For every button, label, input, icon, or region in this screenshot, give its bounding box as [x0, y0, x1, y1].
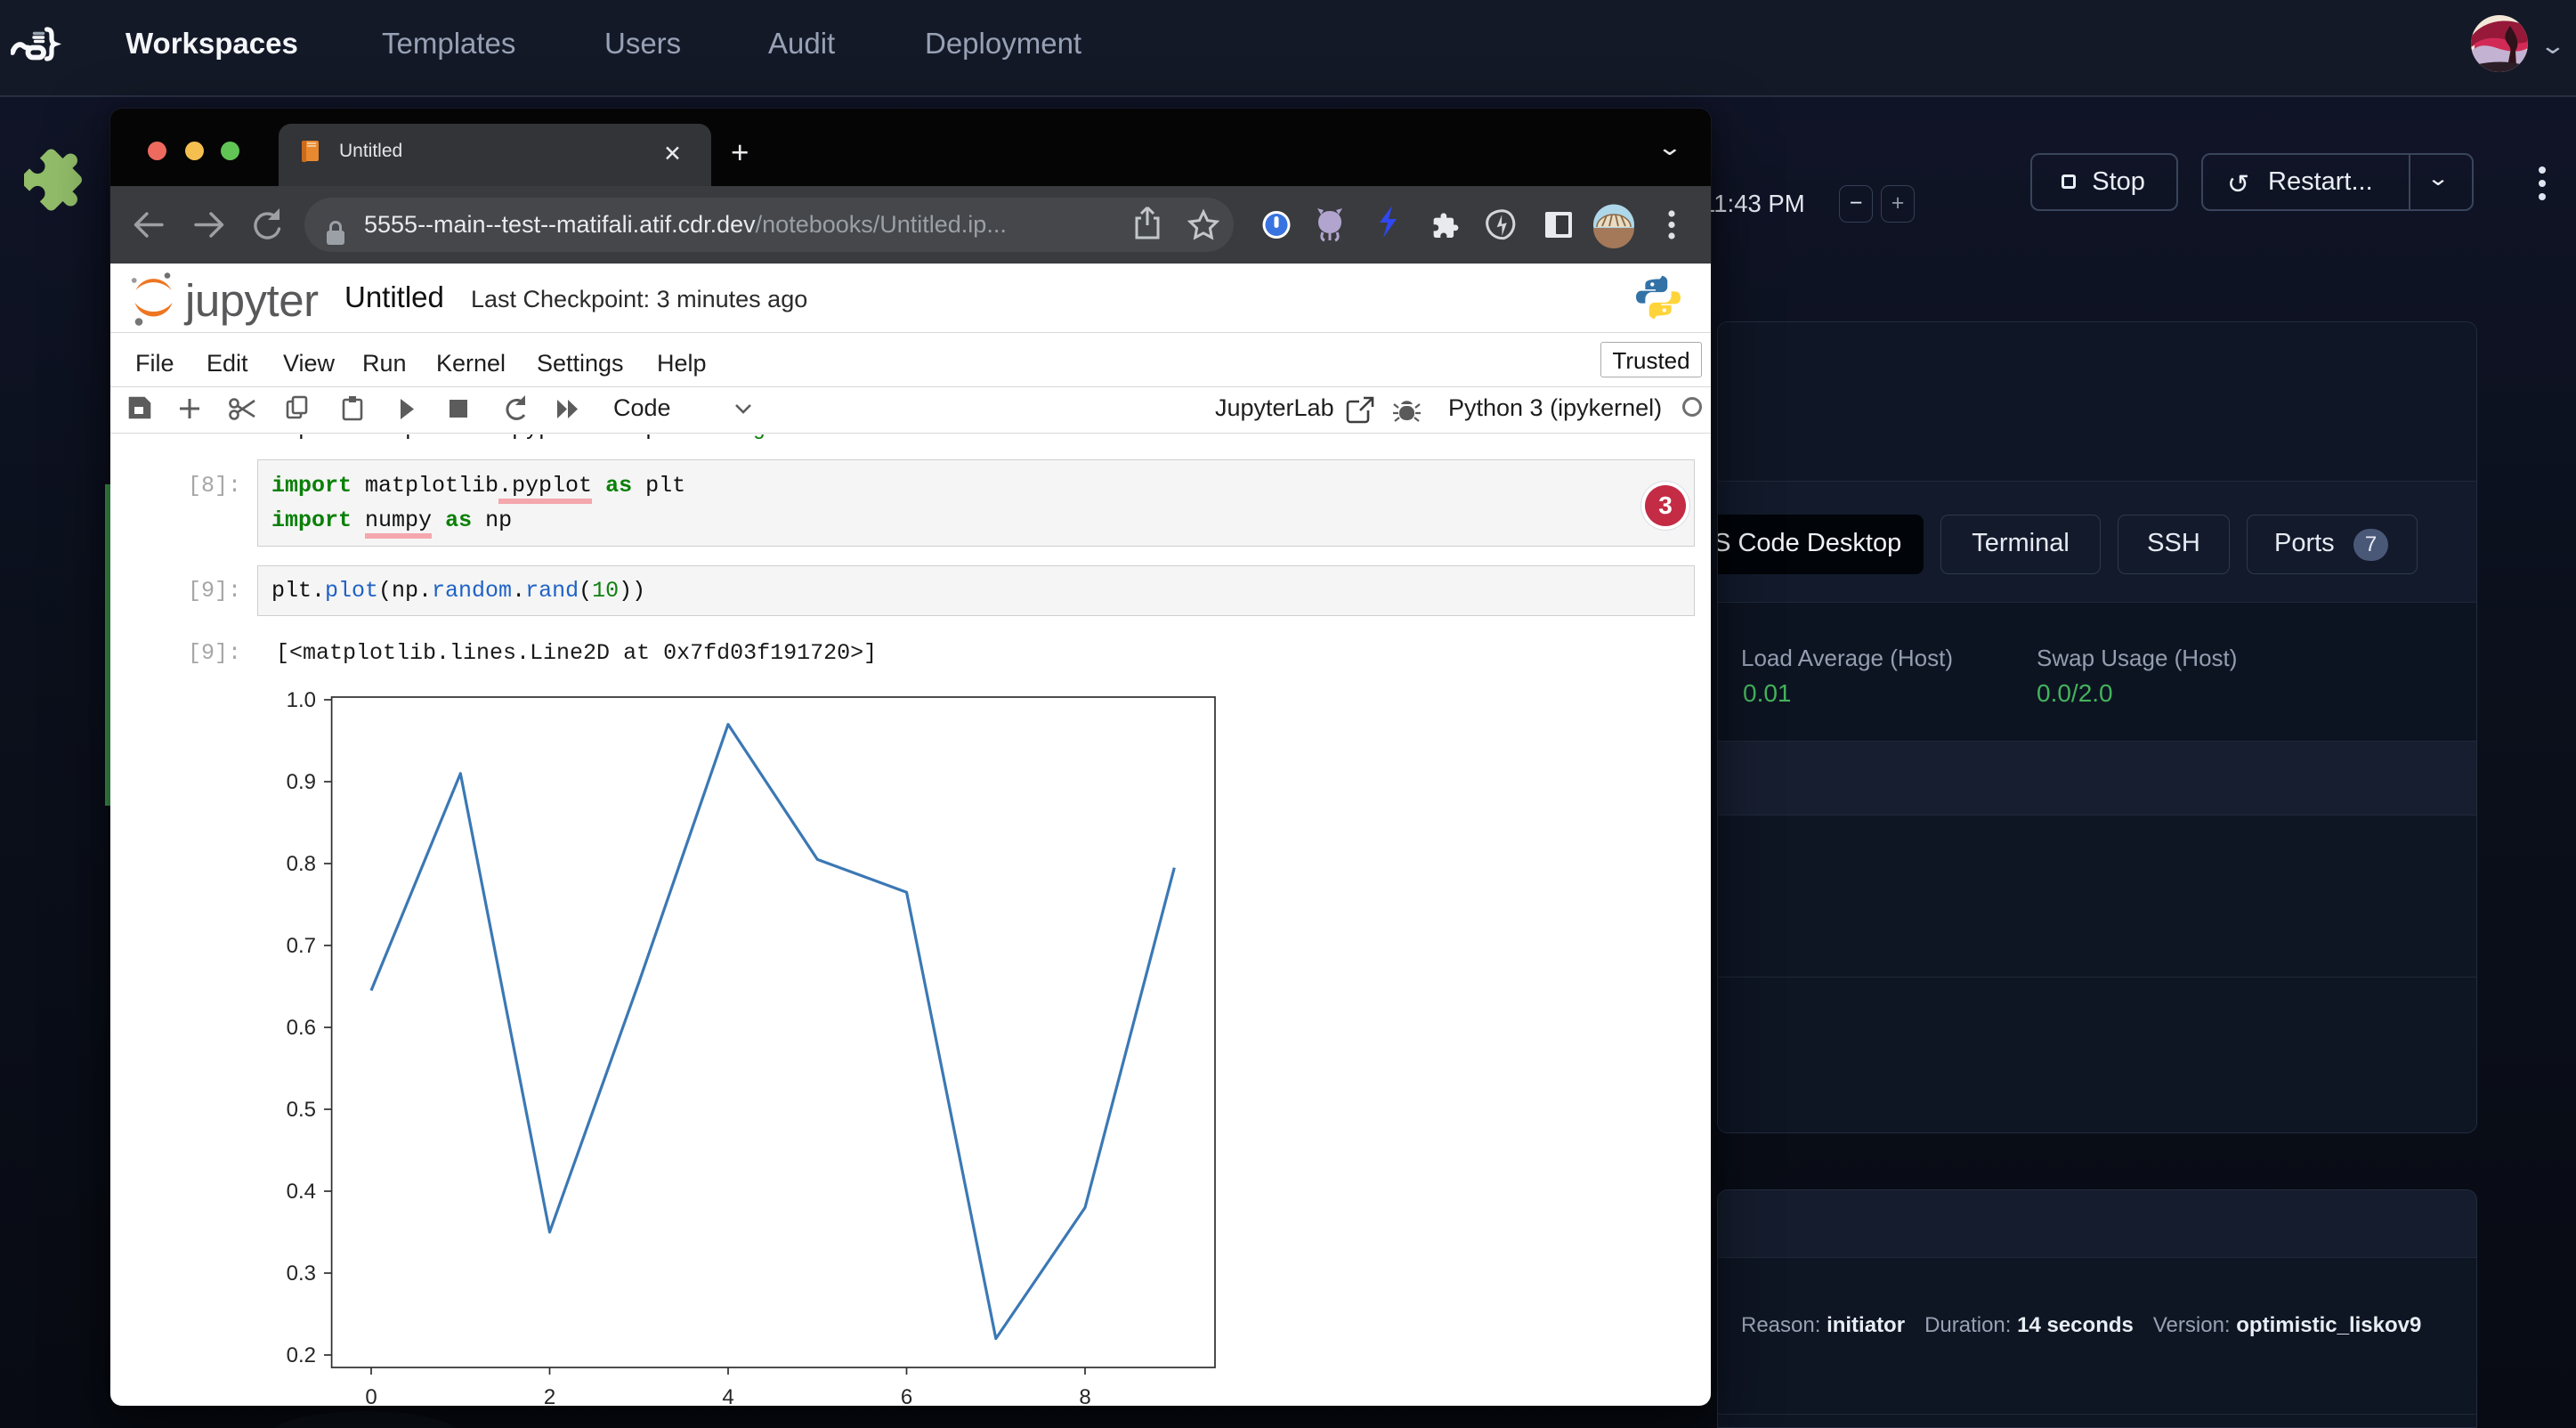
svg-text:6: 6	[901, 1385, 912, 1406]
svg-text:2: 2	[544, 1385, 555, 1406]
svg-text:0.9: 0.9	[287, 770, 316, 794]
svg-text:0.6: 0.6	[287, 1016, 316, 1040]
svg-text:8: 8	[1079, 1385, 1090, 1406]
svg-text:1.0: 1.0	[287, 688, 316, 712]
svg-text:0.4: 0.4	[287, 1180, 316, 1204]
svg-text:0: 0	[365, 1385, 377, 1406]
svg-text:0.2: 0.2	[287, 1343, 316, 1367]
svg-text:0.8: 0.8	[287, 852, 316, 876]
svg-text:4: 4	[722, 1385, 733, 1406]
svg-text:0.3: 0.3	[287, 1262, 316, 1286]
svg-text:0.5: 0.5	[287, 1098, 316, 1122]
svg-text:0.7: 0.7	[287, 934, 316, 958]
